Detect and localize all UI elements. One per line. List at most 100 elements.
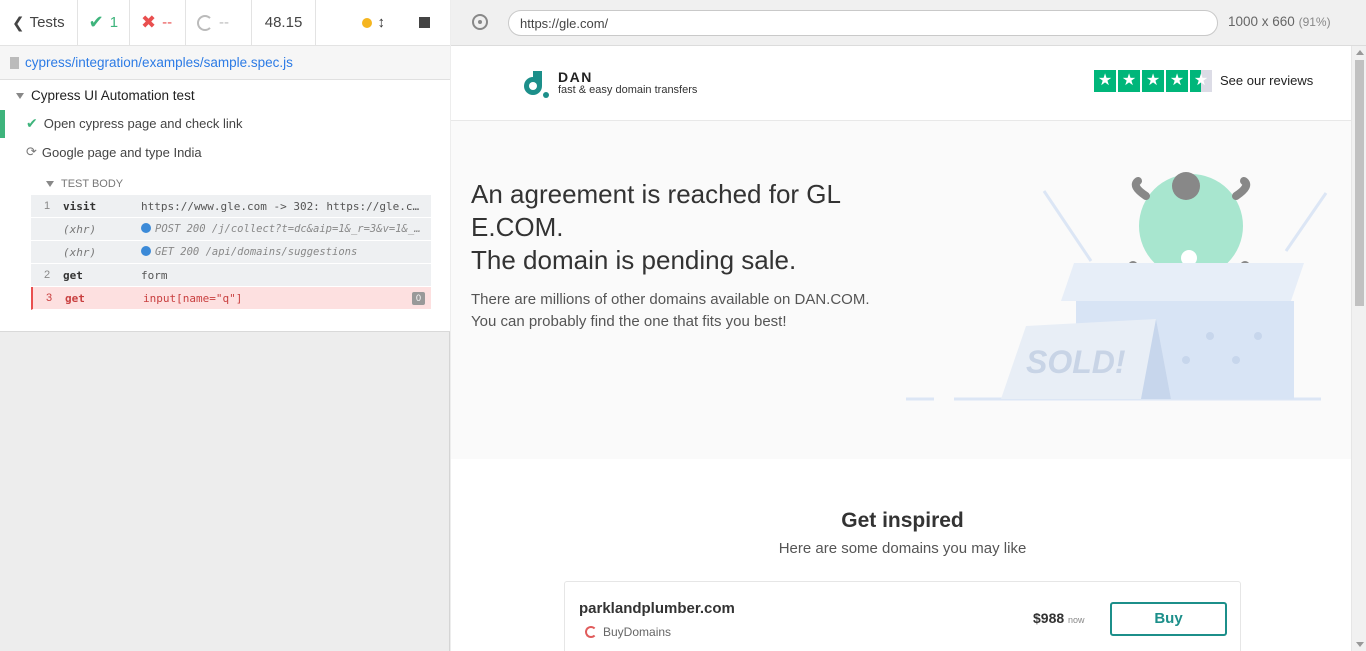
command-name: get bbox=[63, 268, 83, 282]
runnable-list: Cypress UI Automation test ✔ Open cypres… bbox=[0, 80, 450, 332]
suggested-domain-name[interactable]: parklandplumber.com bbox=[579, 600, 735, 617]
check-icon: ✔ bbox=[88, 12, 104, 32]
domain-price: $988 now bbox=[1033, 610, 1085, 626]
hero-description: There are millions of other domains avai… bbox=[471, 291, 870, 330]
run-duration: 48.15 bbox=[252, 0, 317, 46]
command-row[interactable]: 1 visit https://www.gle.com -> 302: http… bbox=[31, 195, 431, 218]
price-value: $988 bbox=[1033, 610, 1065, 626]
inspire-subtitle: Here are some domains you may like bbox=[778, 540, 1027, 557]
command-message: GET 200 /api/domains/suggestions bbox=[155, 246, 358, 258]
xhr-status-icon bbox=[141, 223, 151, 233]
passed-value: 1 bbox=[109, 14, 119, 31]
hero-title-line: E.COM. bbox=[471, 212, 564, 242]
aut-header: https://gle.com/ 1000 x 660 (91%) bbox=[451, 0, 1366, 46]
seller-info: BuyDomains bbox=[585, 625, 671, 639]
caret-down-icon bbox=[16, 92, 24, 99]
suite-title[interactable]: Cypress UI Automation test bbox=[16, 88, 195, 103]
command-row-failing[interactable]: 3 get input[name="q"] 0 bbox=[31, 287, 431, 310]
sold-box-illustration: SOLD! bbox=[906, 172, 1328, 401]
scroll-up-icon[interactable] bbox=[1356, 50, 1364, 55]
command-message: https://www.gle.com -> 302: https://gle.… bbox=[141, 199, 431, 213]
pending-circle-icon bbox=[197, 14, 214, 31]
auto-scroll-icon[interactable]: ↕ bbox=[378, 14, 386, 31]
test-body-toggle[interactable]: TEST BODY bbox=[31, 173, 431, 195]
url-bar[interactable]: https://gle.com/ bbox=[508, 10, 1218, 36]
check-icon: ✔ bbox=[26, 114, 38, 131]
selector-playground-icon[interactable] bbox=[472, 14, 488, 30]
brand-name[interactable]: DAN bbox=[558, 69, 593, 85]
half-star-icon: ★ bbox=[1190, 70, 1212, 92]
hero-title-line: An agreement is reached for GL bbox=[471, 179, 841, 209]
hero-section: An agreement is reached for GL E.COM. Th… bbox=[451, 121, 1351, 459]
spec-file-link[interactable]: cypress/integration/examples/sample.spec… bbox=[25, 55, 293, 70]
suite-title-text: Cypress UI Automation test bbox=[31, 88, 195, 103]
command-name: visit bbox=[63, 199, 97, 213]
star-icon: ★ bbox=[1142, 70, 1164, 92]
viewport-info[interactable]: 1000 x 660 (91%) bbox=[1228, 14, 1331, 29]
test-title: Google page and type India bbox=[41, 144, 202, 160]
inspire-title: Get inspired bbox=[841, 509, 964, 532]
command-name: (xhr) bbox=[63, 245, 97, 259]
command-row-xhr[interactable]: (xhr) POST 200 /j/collect?t=dc&aip=1&_r=… bbox=[31, 218, 431, 241]
sold-sign-text: SOLD! bbox=[1026, 344, 1126, 380]
failed-value: -- bbox=[162, 14, 173, 31]
star-icon: ★ bbox=[1166, 70, 1188, 92]
star-icon: ★ bbox=[1118, 70, 1140, 92]
xhr-status-icon bbox=[141, 246, 151, 256]
spec-file-bar: cypress/integration/examples/sample.spec… bbox=[0, 46, 450, 80]
x-icon: ✖ bbox=[141, 12, 157, 32]
scrollbar-thumb[interactable] bbox=[1355, 60, 1364, 306]
file-icon bbox=[10, 56, 19, 69]
command-row-xhr[interactable]: (xhr) GET 200 /api/domains/suggestions bbox=[31, 241, 431, 264]
command-row[interactable]: 2 get form bbox=[31, 264, 431, 287]
tests-label: Tests bbox=[29, 14, 65, 31]
tests-back-button[interactable]: ❮ Tests bbox=[0, 0, 78, 46]
test-title: Open cypress page and check link bbox=[43, 115, 243, 131]
trustpilot-rating[interactable]: ★ ★ ★ ★ ★ bbox=[1094, 70, 1212, 92]
pending-value: -- bbox=[219, 14, 230, 31]
command-message: input[name="q"] bbox=[143, 291, 243, 305]
command-message: POST 200 /j/collect?t=dc&aip=1&_r=3&v=1&… bbox=[155, 223, 431, 235]
test-body-label: TEST BODY bbox=[61, 178, 124, 190]
seller-name: BuyDomains bbox=[603, 625, 672, 639]
command-number: 2 bbox=[43, 269, 51, 281]
site-header: DAN fast & easy domain transfers ★ ★ ★ ★… bbox=[451, 46, 1351, 121]
caret-down-icon bbox=[46, 181, 54, 187]
page-scrollbar[interactable] bbox=[1351, 46, 1366, 651]
hero-title: An agreement is reached for GL E.COM. Th… bbox=[471, 178, 901, 277]
reporter-controls: ↕ bbox=[316, 14, 450, 31]
domain-suggestion-card[interactable]: parklandplumber.com BuyDomains $988 now … bbox=[564, 581, 1241, 651]
command-message: form bbox=[141, 268, 168, 282]
command-number: 1 bbox=[43, 200, 51, 212]
buy-button[interactable]: Buy bbox=[1110, 602, 1227, 636]
star-icon: ★ bbox=[1094, 70, 1116, 92]
viewport-size: 1000 x 660 bbox=[1228, 14, 1295, 29]
pending-count: -- bbox=[186, 0, 253, 46]
scroll-down-icon[interactable] bbox=[1356, 642, 1364, 647]
command-message-wrap: POST 200 /j/collect?t=dc&aip=1&_r=3&v=1&… bbox=[141, 223, 431, 235]
viewport-zoom: (91%) bbox=[1298, 15, 1331, 29]
dan-logo-icon[interactable] bbox=[519, 67, 551, 99]
see-reviews-link[interactable]: See our reviews bbox=[1220, 73, 1313, 88]
app-under-test: DAN fast & easy domain transfers ★ ★ ★ ★… bbox=[451, 46, 1366, 651]
chevron-left-icon: ❮ bbox=[12, 14, 25, 32]
price-note: now bbox=[1068, 615, 1085, 625]
elements-count-badge: 0 bbox=[412, 292, 425, 305]
cypress-reporter: ❮ Tests ✔ 1 ✖ -- -- 48.15 ↕ cypress/inte… bbox=[0, 0, 450, 651]
reporter-stats-bar: ❮ Tests ✔ 1 ✖ -- -- 48.15 ↕ bbox=[0, 0, 450, 46]
passed-count: ✔ 1 bbox=[78, 0, 131, 46]
hero-title-line: The domain is pending sale. bbox=[471, 245, 797, 275]
running-indicator-icon bbox=[361, 17, 372, 28]
command-message-wrap: GET 200 /api/domains/suggestions bbox=[141, 246, 431, 258]
test-item-passed[interactable]: ✔ Open cypress page and check link bbox=[0, 110, 450, 138]
test-body: TEST BODY 1 visit https://www.gle.com ->… bbox=[31, 173, 431, 310]
command-name: get bbox=[65, 291, 85, 305]
failed-count: ✖ -- bbox=[130, 0, 187, 46]
command-number: 3 bbox=[45, 292, 53, 304]
test-item-running[interactable]: ⟳ Google page and type India bbox=[0, 139, 450, 165]
stop-icon[interactable] bbox=[419, 17, 430, 28]
refresh-icon: ⟳ bbox=[26, 144, 37, 159]
buydomains-logo-icon bbox=[585, 626, 597, 638]
command-name: (xhr) bbox=[63, 222, 97, 236]
brand-tagline: fast & easy domain transfers bbox=[558, 84, 698, 96]
